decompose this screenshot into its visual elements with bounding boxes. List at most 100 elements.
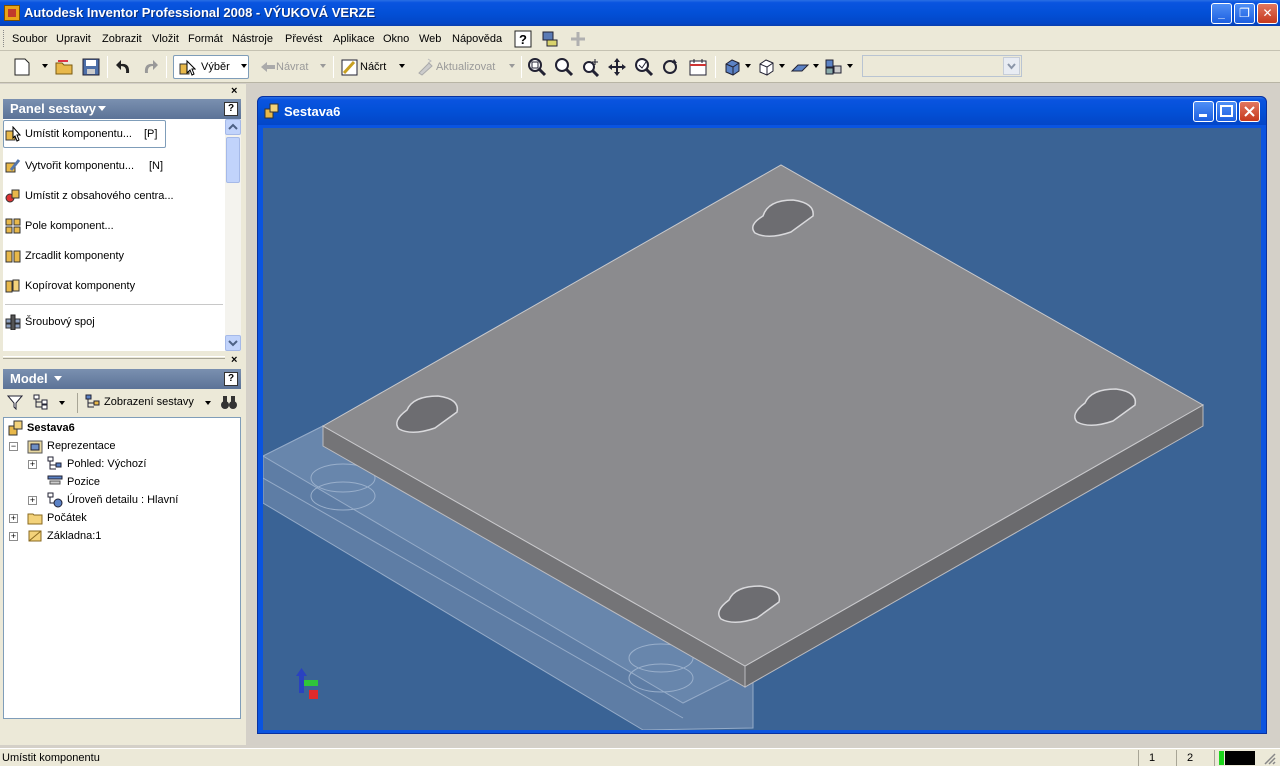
camera-projection-icon[interactable]	[756, 57, 776, 77]
sketch-label[interactable]: Náčrt	[360, 61, 386, 73]
chevron-down-icon[interactable]	[205, 401, 211, 405]
hierarchy-icon[interactable]	[33, 394, 49, 410]
tree-node-level-of-detail[interactable]: + Úroveň detailu : Hlavní	[6, 491, 236, 509]
camera-projection-dropdown-arrow[interactable]	[779, 64, 785, 68]
menu-nastroje[interactable]: Nástroje	[232, 33, 273, 45]
panel-splitter[interactable]	[3, 356, 225, 359]
menu-soubor[interactable]: Soubor	[12, 33, 47, 45]
cmd-copy-components[interactable]: Kopírovat komponenty	[3, 273, 225, 299]
assembly-view-label[interactable]: Zobrazení sestavy	[104, 396, 194, 408]
scroll-down-button[interactable]	[225, 335, 241, 351]
panel-close-icon[interactable]: ×	[231, 354, 237, 366]
help-icon[interactable]: ?	[514, 30, 532, 48]
cmd-place-component[interactable]: Umístit komponentu... [P]	[3, 119, 225, 148]
panel-close-icon[interactable]: ×	[231, 85, 237, 97]
cmd-mirror-components[interactable]: Zrcadlit komponenty	[3, 243, 225, 269]
menu-grip[interactable]	[3, 30, 6, 47]
tree-node-assembly[interactable]: Sestava6	[6, 419, 236, 437]
cmd-place-from-content-center[interactable]: Umístit z obsahového centra...	[3, 183, 225, 209]
tree-label: Úroveň detailu : Hlavní	[67, 494, 179, 506]
minimize-button[interactable]: _	[1211, 3, 1232, 24]
menu-prevest[interactable]: Převést	[285, 33, 322, 45]
zoom-window-icon[interactable]	[581, 57, 601, 77]
tree-expander[interactable]: −	[9, 442, 18, 451]
zoom-icon[interactable]	[554, 57, 574, 77]
document-title-bar[interactable]: Sestava6	[258, 97, 1266, 125]
restore-button[interactable]: ❐	[1234, 3, 1255, 24]
undo-icon[interactable]	[114, 57, 134, 77]
menu-vlozit[interactable]: Vložit	[152, 33, 179, 45]
doc-close-button[interactable]	[1239, 101, 1260, 122]
save-icon[interactable]	[81, 57, 101, 77]
open-icon[interactable]	[54, 57, 74, 77]
shadow-icon[interactable]	[790, 57, 810, 77]
menu-format[interactable]: Formát	[188, 33, 223, 45]
new-dropdown-arrow[interactable]	[42, 64, 48, 68]
color-combo-box[interactable]	[862, 55, 1022, 77]
menu-upravit[interactable]: Upravit	[56, 33, 91, 45]
menu-napoveda[interactable]: Nápověda	[452, 33, 502, 45]
zoom-all-icon[interactable]	[527, 57, 547, 77]
ground-plane-icon[interactable]	[824, 57, 844, 77]
tree-node-base-part[interactable]: + Základna:1	[6, 527, 236, 545]
tree-node-view[interactable]: + Pohled: Výchozí	[6, 455, 236, 473]
update-dropdown-arrow[interactable]	[509, 64, 515, 68]
close-button[interactable]: ✕	[1257, 3, 1278, 24]
tree-label: Počátek	[47, 512, 87, 524]
back-dropdown-arrow[interactable]	[320, 64, 326, 68]
menu-web[interactable]: Web	[419, 33, 441, 45]
assembly-panel-header[interactable]: Panel sestavy ?	[3, 99, 241, 119]
graphics-viewport[interactable]	[263, 128, 1261, 730]
menu-aplikace[interactable]: Aplikace	[333, 33, 375, 45]
tree-expander[interactable]: +	[28, 460, 37, 469]
new-file-icon[interactable]	[12, 57, 32, 77]
back-label[interactable]: Návrat	[276, 61, 308, 73]
back-icon[interactable]	[258, 57, 278, 77]
doc-minimize-button[interactable]	[1193, 101, 1214, 122]
sketch-icon[interactable]	[340, 57, 360, 77]
chevron-down-icon[interactable]	[59, 401, 65, 405]
tree-expander[interactable]: +	[9, 532, 18, 541]
scroll-thumb[interactable]	[226, 137, 240, 183]
zoom-selected-icon[interactable]	[634, 57, 654, 77]
sketch-dropdown-arrow[interactable]	[399, 64, 405, 68]
menu-okno[interactable]: Okno	[383, 33, 409, 45]
inventor-app-icon[interactable]	[4, 5, 20, 21]
look-at-icon[interactable]	[688, 57, 708, 77]
select-dropdown-arrow[interactable]	[241, 64, 247, 68]
select-button[interactable]: Výběr	[173, 55, 249, 79]
add-icon[interactable]	[569, 30, 587, 48]
shadow-dropdown-arrow[interactable]	[813, 64, 819, 68]
cmd-component-pattern[interactable]: Pole komponent...	[3, 213, 225, 239]
tree-expander[interactable]: +	[9, 514, 18, 523]
doc-maximize-button[interactable]	[1216, 101, 1237, 122]
scroll-up-button[interactable]	[225, 119, 241, 135]
help-icon[interactable]: ?	[224, 372, 238, 386]
ground-plane-dropdown-arrow[interactable]	[847, 64, 853, 68]
resize-grip-icon[interactable]	[1262, 751, 1276, 765]
update-icon[interactable]	[416, 57, 436, 77]
display-style-icon[interactable]	[722, 57, 742, 77]
display-style-dropdown-arrow[interactable]	[745, 64, 751, 68]
assembly-panel-scrollbar[interactable]	[225, 119, 241, 351]
find-binoculars-icon[interactable]	[220, 393, 238, 411]
tree-node-origin[interactable]: + Počátek	[6, 509, 236, 527]
pan-icon[interactable]	[607, 57, 627, 77]
rotate-icon[interactable]	[660, 57, 680, 77]
help-icon[interactable]: ?	[224, 102, 238, 116]
menu-zobrazit[interactable]: Zobrazit	[102, 33, 142, 45]
cmd-bolted-connection[interactable]: Šroubový spoj	[3, 309, 225, 335]
model-panel-header[interactable]: Model ?	[3, 369, 241, 389]
filter-icon[interactable]	[7, 394, 23, 410]
combo-dropdown-arrow[interactable]	[1003, 57, 1020, 75]
assembly-view-icon[interactable]	[85, 394, 101, 410]
tree-node-position[interactable]: Pozice	[6, 473, 236, 491]
redo-icon[interactable]	[140, 57, 160, 77]
update-label[interactable]: Aktualizovat	[436, 61, 495, 73]
whats-new-icon[interactable]	[541, 30, 559, 48]
part-icon	[28, 530, 42, 542]
tree-expander[interactable]: +	[28, 496, 37, 505]
tree-node-representations[interactable]: − Reprezentace	[6, 437, 236, 455]
cmd-create-component[interactable]: Vytvořit komponentu... [N]	[3, 153, 225, 179]
toolbar-separator	[715, 56, 716, 78]
